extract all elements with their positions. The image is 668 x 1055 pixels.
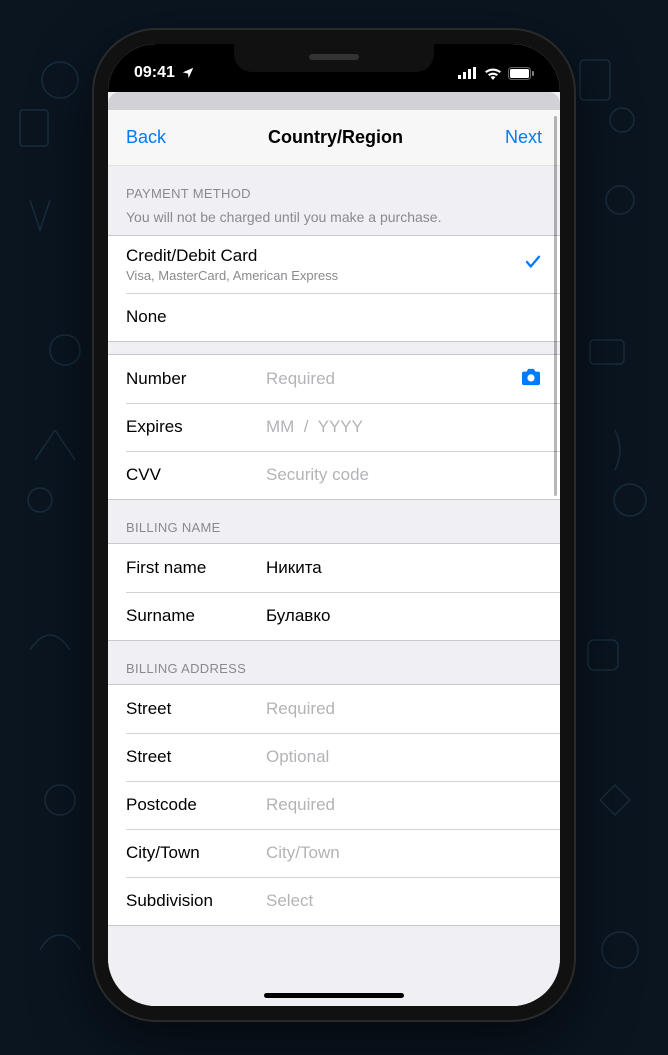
wifi-icon: [484, 67, 502, 80]
first-name-row[interactable]: First name: [108, 544, 560, 592]
expires-input[interactable]: [266, 417, 542, 437]
subdivision-row[interactable]: Subdivision: [108, 877, 560, 925]
phone-frame: 09:41 Back Country/Region Next PAYMENT M…: [94, 30, 574, 1020]
street2-label: Street: [126, 747, 266, 767]
number-input[interactable]: [266, 369, 520, 389]
billing-name-group: First name Surname: [108, 543, 560, 641]
payment-options-group: Credit/Debit Card Visa, MasterCard, Amer…: [108, 235, 560, 342]
postcode-row[interactable]: Postcode: [108, 781, 560, 829]
card-fields-group: Number Expires CVV: [108, 354, 560, 500]
sheet-handle-area: [108, 92, 560, 110]
first-name-label: First name: [126, 558, 266, 578]
sheet-content: Back Country/Region Next PAYMENT METHOD …: [108, 110, 560, 1006]
city-label: City/Town: [126, 843, 266, 863]
payment-method-header: PAYMENT METHOD: [108, 166, 560, 209]
subdivision-label: Subdivision: [126, 891, 266, 911]
home-indicator[interactable]: [264, 993, 404, 998]
nav-bar: Back Country/Region Next: [108, 110, 560, 166]
credit-title: Credit/Debit Card: [126, 246, 338, 266]
battery-icon: [508, 67, 534, 80]
notch: [234, 44, 434, 72]
street2-input[interactable]: [266, 747, 542, 767]
city-input[interactable]: [266, 843, 542, 863]
street1-label: Street: [126, 699, 266, 719]
billing-address-header: BILLING ADDRESS: [108, 641, 560, 684]
card-number-row[interactable]: Number: [108, 355, 560, 403]
surname-row[interactable]: Surname: [108, 592, 560, 640]
postcode-input[interactable]: [266, 795, 542, 815]
nav-title: Country/Region: [268, 127, 403, 148]
payment-method-title: PAYMENT METHOD: [126, 186, 542, 201]
postcode-label: Postcode: [126, 795, 266, 815]
city-row[interactable]: City/Town: [108, 829, 560, 877]
cvv-label: CVV: [126, 465, 266, 485]
checkmark-icon: [524, 253, 542, 276]
street1-row[interactable]: Street: [108, 685, 560, 733]
surname-label: Surname: [126, 606, 266, 626]
expires-row[interactable]: Expires: [108, 403, 560, 451]
payment-option-none[interactable]: None: [108, 293, 560, 341]
status-time: 09:41: [134, 64, 175, 82]
cellular-icon: [458, 67, 478, 79]
credit-sub: Visa, MasterCard, American Express: [126, 268, 338, 283]
speaker: [309, 54, 359, 60]
expires-label: Expires: [126, 417, 266, 437]
number-label: Number: [126, 369, 266, 389]
cvv-row[interactable]: CVV: [108, 451, 560, 499]
payment-option-credit[interactable]: Credit/Debit Card Visa, MasterCard, Amer…: [108, 236, 560, 293]
scrollbar[interactable]: [554, 116, 557, 496]
street1-input[interactable]: [266, 699, 542, 719]
phone-screen: 09:41 Back Country/Region Next PAYMENT M…: [108, 44, 560, 1006]
surname-input[interactable]: [266, 606, 542, 626]
next-button[interactable]: Next: [505, 127, 542, 148]
back-button[interactable]: Back: [126, 127, 166, 148]
payment-method-note: You will not be charged until you make a…: [108, 209, 560, 235]
billing-address-group: Street Street Postcode City/Town Subdivi…: [108, 684, 560, 926]
subdivision-input[interactable]: [266, 891, 542, 911]
street2-row[interactable]: Street: [108, 733, 560, 781]
location-icon: [181, 66, 195, 80]
billing-name-header: BILLING NAME: [108, 500, 560, 543]
camera-icon[interactable]: [520, 368, 542, 391]
cvv-input[interactable]: [266, 465, 542, 485]
none-title: None: [126, 307, 167, 327]
first-name-input[interactable]: [266, 558, 542, 578]
